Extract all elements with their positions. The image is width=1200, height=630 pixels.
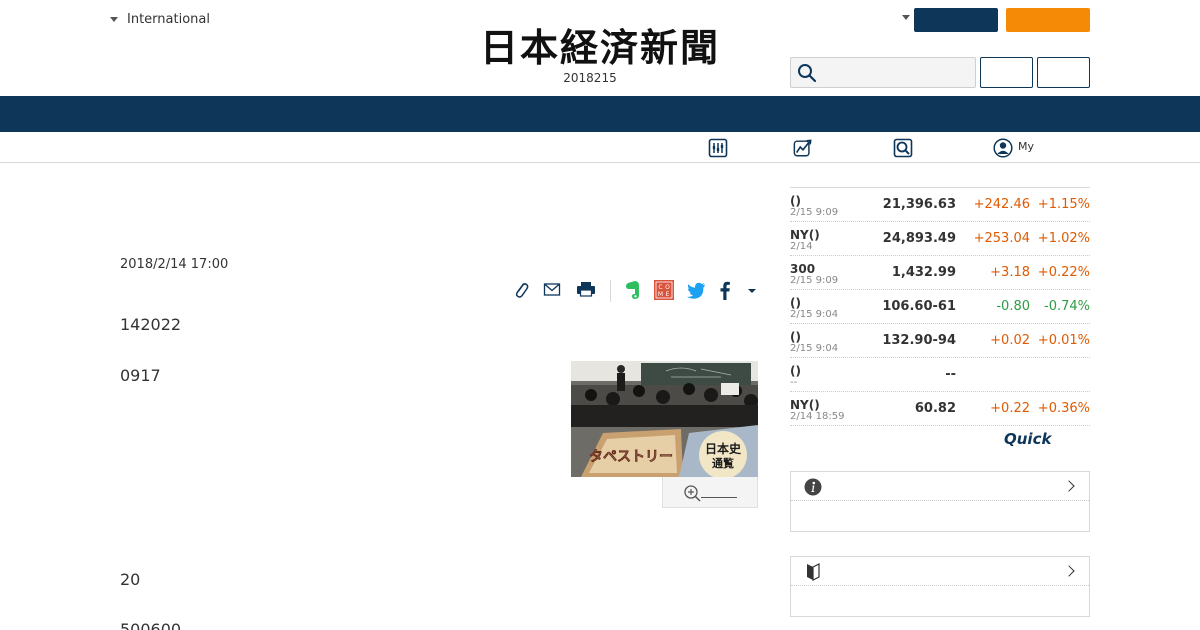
- market-time: 2/14 18:59: [790, 411, 845, 422]
- header-date: 2018215: [563, 71, 617, 85]
- main-nav-bar: [0, 96, 1200, 132]
- market-change: +0.22: [990, 401, 1030, 416]
- header-button-2[interactable]: [1037, 57, 1090, 88]
- market-value: 1,432.99: [891, 265, 956, 280]
- market-change-percent: +1.15%: [1037, 197, 1090, 212]
- market-row[interactable]: NY() 2/14 24,893.49 +253.04 +1.02%: [790, 222, 1090, 256]
- market-name[interactable]: 300: [790, 262, 815, 276]
- market-change-percent: +1.02%: [1037, 231, 1090, 246]
- market-name[interactable]: (): [790, 296, 801, 310]
- mail-icon[interactable]: [543, 278, 561, 302]
- market-data-table: () 2/15 9:09 21,396.63 +242.46 +1.15% NY() 2/1…: [790, 187, 1090, 426]
- market-row[interactable]: () 2/15 9:04 106.60-61 -0.80 -0.74%: [790, 290, 1090, 324]
- beginner-box[interactable]: [790, 556, 1090, 617]
- market-time: 2/15 9:04: [790, 309, 839, 320]
- market-value: --: [945, 367, 956, 382]
- photo-text-3: 通覧: [712, 456, 734, 470]
- market-row[interactable]: NY() 2/14 18:59 60.82 +0.22 +0.36%: [790, 392, 1090, 426]
- come-icon[interactable]: C O M E: [653, 278, 675, 302]
- market-value: 21,396.63: [882, 197, 956, 212]
- logo-text: 日本経済新聞: [480, 28, 720, 68]
- article-photo[interactable]: タペストリー 日本史 通覧: [571, 361, 758, 477]
- evernote-icon[interactable]: [623, 278, 641, 302]
- market-change: +242.46: [973, 197, 1030, 212]
- print-icon[interactable]: [576, 278, 596, 302]
- market-value: 24,893.49: [882, 231, 956, 246]
- trend-chart-icon[interactable]: [793, 138, 813, 158]
- chart-grid-icon[interactable]: [708, 138, 728, 158]
- market-name[interactable]: NY(): [790, 228, 820, 242]
- edition-selector[interactable]: International: [110, 12, 210, 27]
- market-row[interactable]: () 2/15 9:09 21,396.63 +242.46 +1.15%: [790, 188, 1090, 222]
- market-change-percent: -0.74%: [1044, 299, 1090, 314]
- search-icon[interactable]: [797, 63, 817, 83]
- market-time: 2/15 9:09: [790, 275, 839, 286]
- search-input[interactable]: [790, 57, 976, 88]
- market-change: +0.02: [990, 333, 1030, 348]
- market-name[interactable]: (): [790, 364, 801, 378]
- chevron-right-icon: [1063, 480, 1075, 492]
- market-time: 2/15 9:09: [790, 207, 839, 218]
- my-page-label[interactable]: My: [1018, 140, 1034, 153]
- share-bar: C O M E: [510, 278, 760, 304]
- account-caret-icon[interactable]: [902, 15, 910, 20]
- article-date: 2018/2/14 17:00: [120, 257, 229, 272]
- caret-down-icon: [110, 17, 118, 22]
- photo-text-1: タペストリー: [589, 449, 673, 465]
- market-row[interactable]: () 2/15 9:04 132.90-94 +0.02 +0.01%: [790, 324, 1090, 358]
- market-change: +3.18: [990, 265, 1030, 280]
- site-header: International 日本経済新聞 2018215: [0, 0, 1200, 96]
- chevron-right-icon: [1063, 565, 1075, 577]
- more-caret-icon[interactable]: [746, 278, 758, 302]
- edition-label: International: [127, 12, 210, 27]
- share-divider: [610, 280, 611, 302]
- svg-text:O: O: [665, 284, 670, 291]
- magnifier-screen-icon[interactable]: [893, 138, 913, 158]
- market-value: 132.90-94: [882, 333, 956, 348]
- nikkei-logo[interactable]: 日本経済新聞: [450, 28, 750, 68]
- market-change-percent: +0.01%: [1037, 333, 1090, 348]
- article-paragraph-1: 142022: [120, 315, 182, 334]
- market-change-percent: +0.36%: [1037, 401, 1090, 416]
- clip-icon[interactable]: [513, 278, 529, 302]
- market-time: 2/14: [790, 241, 813, 252]
- info-icon: [804, 478, 822, 496]
- beginner-mark-icon: [807, 563, 820, 581]
- photo-text-2: 日本史: [705, 441, 742, 456]
- market-row[interactable]: 300 2/15 9:09 1,432.99 +3.18 +0.22%: [790, 256, 1090, 290]
- photo-zoom-button[interactable]: [662, 477, 758, 508]
- market-time: --: [790, 377, 798, 388]
- header-button-1[interactable]: [980, 57, 1033, 88]
- sub-nav: My: [0, 132, 1200, 163]
- info-box[interactable]: [790, 471, 1090, 532]
- svg-text:E: E: [666, 291, 670, 298]
- market-row[interactable]: () -- --: [790, 358, 1090, 392]
- market-name[interactable]: (): [790, 330, 801, 344]
- login-button[interactable]: [914, 8, 998, 32]
- info-box-header[interactable]: [791, 472, 1089, 501]
- facebook-icon[interactable]: [717, 278, 733, 302]
- article-paragraph-4: 500600: [120, 620, 182, 630]
- article-paragraph-3: 20: [120, 570, 141, 589]
- beginner-box-header[interactable]: [791, 557, 1089, 586]
- market-change-percent: +0.22%: [1037, 265, 1090, 280]
- twitter-icon[interactable]: [685, 278, 707, 302]
- article-paragraph-2: 0917: [120, 366, 161, 385]
- market-name[interactable]: NY(): [790, 398, 820, 412]
- market-time: 2/15 9:04: [790, 343, 839, 354]
- market-change: +253.04: [973, 231, 1030, 246]
- subscribe-button[interactable]: [1006, 8, 1090, 32]
- quick-provider-logo[interactable]: Quick: [1004, 430, 1051, 448]
- market-value: 106.60-61: [882, 299, 956, 314]
- market-change: -0.80: [996, 299, 1030, 314]
- user-circle-icon[interactable]: [993, 138, 1013, 158]
- svg-text:M: M: [658, 291, 663, 298]
- market-value: 60.82: [914, 401, 956, 416]
- svg-text:C: C: [658, 284, 662, 291]
- market-name[interactable]: (): [790, 194, 801, 208]
